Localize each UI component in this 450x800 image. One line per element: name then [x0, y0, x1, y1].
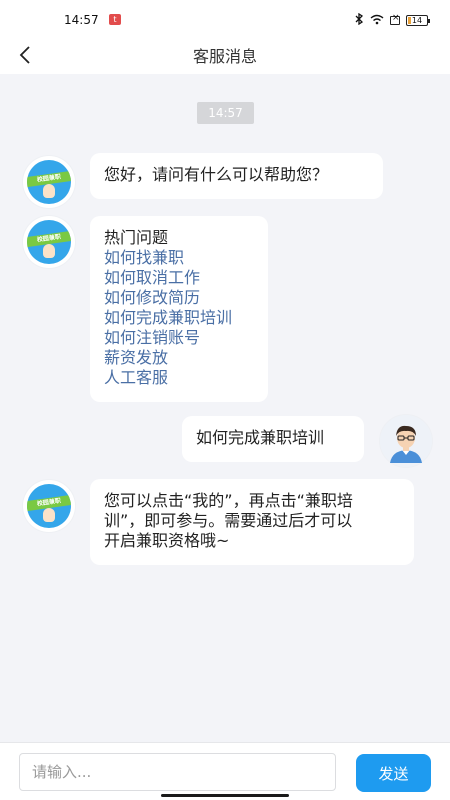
nav-bar: 客服消息 [0, 36, 450, 74]
hot-question-link[interactable]: 如何取消工作 [104, 268, 254, 288]
hot-question-link[interactable]: 薪资发放 [104, 348, 254, 368]
user-message-text: 如何完成兼职培训 [196, 428, 325, 447]
bot-greeting-bubble: 您好，请问有什么可以帮助您？ [90, 153, 383, 199]
sim-off-icon [390, 13, 400, 25]
hot-questions-bubble: 热门问题 如何找兼职 如何取消工作 如何修改简历 如何完成兼职培训 如何注销账号… [90, 216, 268, 402]
user-avatar [380, 415, 432, 467]
user-message-bubble: 如何完成兼职培训 [182, 416, 364, 462]
reply-line: 开启兼职资格哦~ [104, 531, 230, 550]
status-bar: 14:57 t 14 [0, 0, 450, 36]
chat-area[interactable]: 14:57 校园兼职 您好，请问有什么可以帮助您？ 校园兼职 热门问题 如何找兼… [0, 74, 450, 742]
input-bar: 发送 [0, 742, 450, 800]
page-title: 客服消息 [192, 47, 257, 66]
reply-line: 训”，即可参与。需要通过后才可以 [104, 511, 353, 530]
message-input[interactable] [19, 753, 336, 791]
back-button[interactable] [14, 42, 36, 68]
battery-icon: 14 [406, 15, 430, 26]
chevron-left-icon [19, 46, 30, 64]
home-indicator [161, 794, 289, 797]
user-avatar-icon [383, 418, 429, 464]
message-timestamp: 14:57 [197, 102, 254, 124]
bot-avatar: 校园兼职 [23, 156, 75, 208]
status-time: 14:57 [64, 13, 99, 27]
wifi-icon [370, 14, 384, 28]
send-button[interactable]: 发送 [356, 754, 431, 792]
battery-level: 14 [411, 16, 423, 25]
bot-avatar: 校园兼职 [23, 480, 75, 532]
hot-question-link[interactable]: 如何修改简历 [104, 288, 254, 308]
hot-question-link[interactable]: 如何完成兼职培训 [104, 308, 254, 328]
hot-questions-heading: 热门问题 [104, 228, 169, 247]
hot-question-link[interactable]: 如何注销账号 [104, 328, 254, 348]
status-icons: 14 [355, 12, 430, 28]
app-notification-icon: t [109, 14, 121, 25]
bluetooth-icon [355, 12, 364, 28]
reply-line: 您可以点击“我的”，再点击“兼职培 [104, 491, 353, 510]
hot-question-link[interactable]: 人工客服 [104, 368, 254, 388]
bot-reply-bubble: 您可以点击“我的”，再点击“兼职培 训”，即可参与。需要通过后才可以 开启兼职资… [90, 479, 414, 565]
greeting-text: 您好，请问有什么可以帮助您？ [104, 165, 329, 184]
hot-question-link[interactable]: 如何找兼职 [104, 248, 254, 268]
bot-avatar: 校园兼职 [23, 216, 75, 268]
